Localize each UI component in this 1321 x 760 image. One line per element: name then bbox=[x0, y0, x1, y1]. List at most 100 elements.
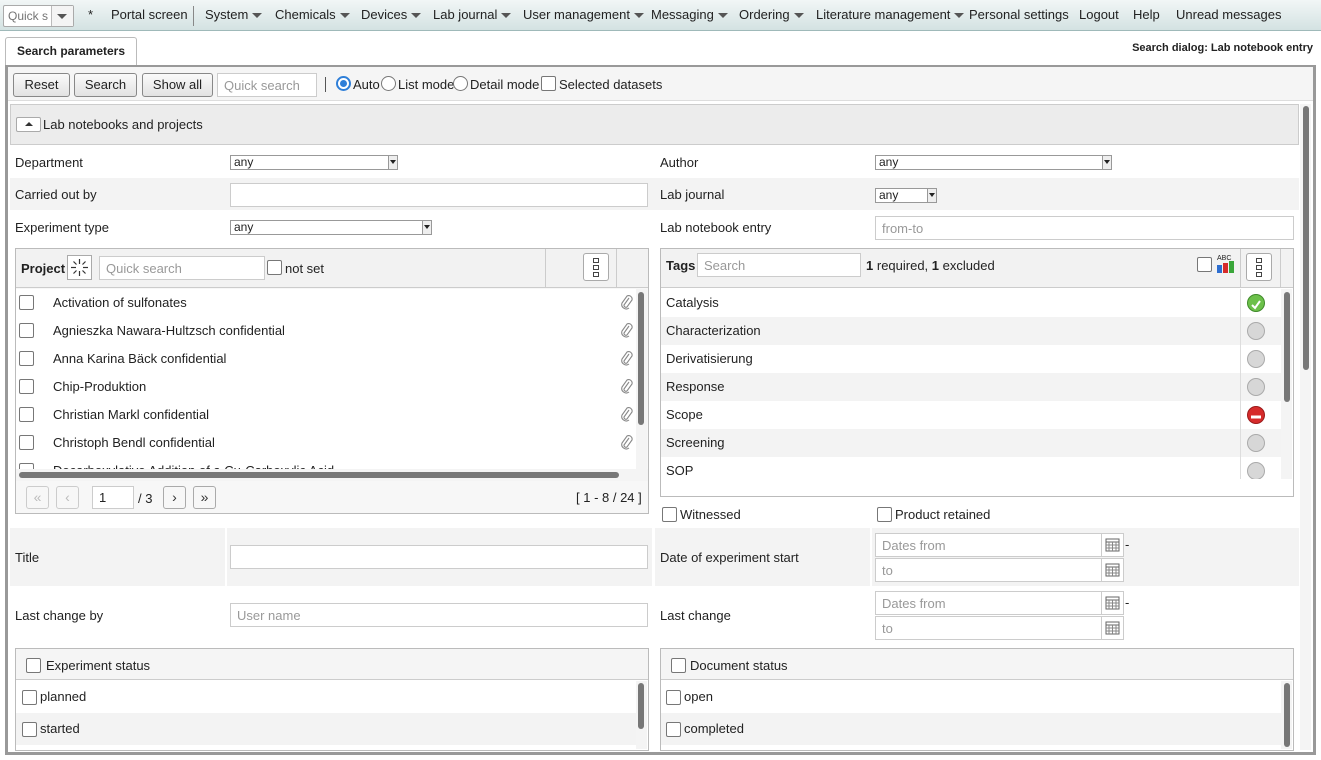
favorites-star[interactable]: * bbox=[88, 0, 93, 31]
tag-row[interactable]: Screening bbox=[661, 429, 1281, 457]
tag-excluded-icon[interactable] bbox=[1247, 406, 1265, 424]
mode-list-radio[interactable] bbox=[381, 76, 396, 91]
first-page-button[interactable]: « bbox=[26, 486, 49, 509]
project-row-checkbox[interactable] bbox=[19, 323, 34, 338]
last-change-to-input[interactable] bbox=[875, 616, 1102, 640]
tags-select-all-checkbox[interactable] bbox=[1197, 257, 1212, 272]
project-row-checkbox[interactable] bbox=[19, 435, 34, 450]
tags-search-input[interactable] bbox=[697, 253, 861, 277]
tag-required-icon[interactable] bbox=[1247, 294, 1265, 312]
project-row[interactable]: Decarboxylative Addition of a Cu-Carboxy… bbox=[16, 457, 636, 469]
menu-devices[interactable]: Devices bbox=[361, 0, 422, 31]
product-retained-checkbox[interactable] bbox=[877, 507, 892, 522]
date-start-from-input[interactable] bbox=[875, 533, 1102, 557]
tag-neutral-icon[interactable] bbox=[1247, 350, 1265, 368]
project-row[interactable]: Christian Markl confidential bbox=[16, 401, 636, 429]
menu-messaging[interactable]: Messaging bbox=[651, 0, 728, 31]
project-row-checkbox[interactable] bbox=[19, 295, 34, 310]
menu-portal-screen[interactable]: Portal screen bbox=[111, 0, 188, 31]
tab-search-parameters[interactable]: Search parameters bbox=[5, 37, 137, 66]
witnessed-checkbox[interactable] bbox=[662, 507, 677, 522]
project-list-scrollbar-thumb[interactable] bbox=[638, 292, 644, 425]
tag-row[interactable]: Characterization bbox=[661, 317, 1281, 345]
project-search-input[interactable] bbox=[99, 256, 265, 280]
mode-auto-radio[interactable] bbox=[336, 76, 351, 91]
experiment-type-select[interactable]: any bbox=[230, 220, 432, 235]
tag-row[interactable]: Scope bbox=[661, 401, 1281, 429]
project-row-checkbox[interactable] bbox=[19, 407, 34, 422]
status-checkbox[interactable] bbox=[666, 690, 681, 705]
menu-logout[interactable]: Logout bbox=[1079, 0, 1119, 31]
document-status-all-checkbox[interactable] bbox=[671, 658, 686, 673]
tag-row[interactable]: SOP bbox=[661, 457, 1281, 479]
menu-unread-messages[interactable]: Unread messages bbox=[1176, 0, 1282, 31]
status-checkbox[interactable] bbox=[666, 722, 681, 737]
calendar-icon[interactable] bbox=[1102, 591, 1124, 615]
collapse-icon[interactable] bbox=[16, 117, 41, 132]
menu-personal-settings[interactable]: Personal settings bbox=[969, 0, 1069, 31]
mode-detail-radio[interactable] bbox=[453, 76, 468, 91]
document-status-row[interactable]: completed bbox=[661, 713, 1281, 745]
last-change-by-input[interactable] bbox=[230, 603, 648, 627]
project-row[interactable]: Activation of sulfonates bbox=[16, 289, 636, 317]
tag-row[interactable]: Derivatisierung bbox=[661, 345, 1281, 373]
menu-chemicals[interactable]: Chemicals bbox=[275, 0, 350, 31]
tag-neutral-icon[interactable] bbox=[1247, 322, 1265, 340]
lab-journal-select[interactable]: any bbox=[875, 188, 937, 203]
project-row[interactable]: Chip-Produktion bbox=[16, 373, 636, 401]
tag-neutral-icon[interactable] bbox=[1247, 462, 1265, 479]
status-checkbox[interactable] bbox=[22, 722, 37, 737]
toolbar-quick-search-input[interactable] bbox=[217, 73, 317, 97]
tag-row[interactable]: Catalysis bbox=[661, 289, 1281, 317]
quick-search-dropdown-button[interactable] bbox=[51, 6, 73, 26]
menu-system[interactable]: System bbox=[205, 0, 263, 31]
project-row[interactable]: Anna Karina Bäck confidential bbox=[16, 345, 636, 373]
title-input[interactable] bbox=[230, 545, 648, 569]
quick-search-combo[interactable] bbox=[3, 5, 74, 27]
document-status-scrollbar-thumb[interactable] bbox=[1284, 683, 1290, 747]
last-change-from-input[interactable] bbox=[875, 591, 1102, 615]
author-select[interactable]: any bbox=[875, 155, 1112, 170]
tag-neutral-icon[interactable] bbox=[1247, 378, 1265, 396]
date-start-to-input[interactable] bbox=[875, 558, 1102, 582]
page-number-input[interactable] bbox=[92, 486, 134, 509]
tags-columns-menu-button[interactable] bbox=[1246, 253, 1272, 281]
search-button[interactable]: Search bbox=[74, 73, 137, 97]
project-row-checkbox[interactable] bbox=[19, 351, 34, 366]
next-page-button[interactable]: › bbox=[163, 486, 186, 509]
experiment-status-scrollbar-thumb[interactable] bbox=[638, 683, 644, 729]
project-columns-menu-button[interactable] bbox=[583, 253, 609, 281]
experiment-status-row[interactable]: planned bbox=[16, 681, 636, 713]
lab-notebook-entry-input[interactable] bbox=[875, 216, 1294, 240]
selected-datasets-checkbox[interactable] bbox=[541, 76, 556, 91]
not-set-checkbox[interactable] bbox=[267, 260, 282, 275]
sort-alphabetical-icon[interactable]: ABC bbox=[1216, 255, 1236, 275]
calendar-icon[interactable] bbox=[1102, 616, 1124, 640]
menu-lab-journal[interactable]: Lab journal bbox=[433, 0, 512, 31]
carried-out-by-input[interactable] bbox=[230, 183, 648, 207]
tag-row[interactable]: Response bbox=[661, 373, 1281, 401]
menu-literature-management[interactable]: Literature management bbox=[816, 0, 965, 31]
project-row[interactable]: Agnieszka Nawara-Hultzsch confidential bbox=[16, 317, 636, 345]
project-list-hscrollbar-thumb[interactable] bbox=[19, 472, 619, 478]
document-status-row[interactable]: open bbox=[661, 681, 1281, 713]
show-all-button[interactable]: Show all bbox=[142, 73, 213, 97]
department-select[interactable]: any bbox=[230, 155, 398, 170]
reset-button[interactable]: Reset bbox=[13, 73, 70, 97]
last-page-button[interactable]: » bbox=[193, 486, 216, 509]
experiment-status-all-checkbox[interactable] bbox=[26, 658, 41, 673]
tags-list-scrollbar-thumb[interactable] bbox=[1284, 292, 1290, 402]
project-row[interactable]: Christoph Bendl confidential bbox=[16, 429, 636, 457]
tag-neutral-icon[interactable] bbox=[1247, 434, 1265, 452]
main-scrollbar-thumb[interactable] bbox=[1303, 106, 1309, 370]
calendar-icon[interactable] bbox=[1102, 558, 1124, 582]
calendar-icon[interactable] bbox=[1102, 533, 1124, 557]
menu-user-management[interactable]: User management bbox=[523, 0, 644, 31]
project-tree-toggle[interactable] bbox=[67, 255, 92, 280]
project-row-checkbox[interactable] bbox=[19, 379, 34, 394]
menu-ordering[interactable]: Ordering bbox=[739, 0, 804, 31]
experiment-status-row[interactable]: started bbox=[16, 713, 636, 745]
status-checkbox[interactable] bbox=[22, 690, 37, 705]
previous-page-button[interactable]: ‹ bbox=[56, 486, 79, 509]
menu-help[interactable]: Help bbox=[1133, 0, 1160, 31]
